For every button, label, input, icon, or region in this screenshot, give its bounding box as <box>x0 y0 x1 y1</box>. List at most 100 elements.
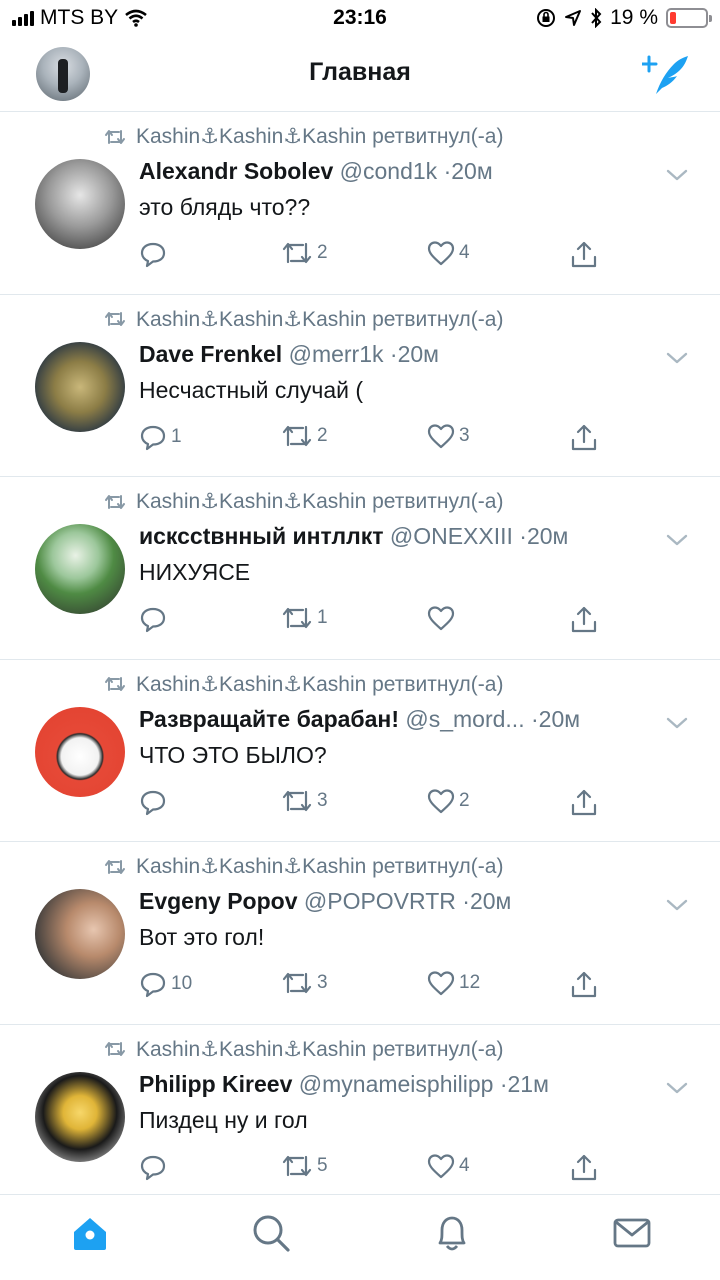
retweet-button[interactable]: 5 <box>281 1153 328 1179</box>
author-handle: @s_mord... <box>405 705 525 732</box>
reply-button[interactable] <box>139 788 171 816</box>
tweet-text: это блядь что?? <box>139 194 311 220</box>
share-button[interactable] <box>569 788 599 818</box>
avatar[interactable] <box>35 706 125 797</box>
like-button[interactable]: 12 <box>427 970 480 996</box>
retweet-small-icon <box>105 1042 125 1056</box>
tweet-actions: 5 4 <box>139 1153 619 1187</box>
retweet-button[interactable]: 3 <box>281 970 328 996</box>
tweet-item[interactable]: Kashin⚓Kashin⚓Kashin ретвитнул(-а) Evgen… <box>0 842 720 1025</box>
compose-tweet-button[interactable] <box>642 52 690 96</box>
like-icon <box>427 1153 455 1178</box>
battery-fill <box>670 12 677 24</box>
home-icon[interactable] <box>70 1213 110 1253</box>
chevron-down-icon[interactable] <box>666 1081 688 1095</box>
retweet-button[interactable]: 1 <box>281 605 328 631</box>
avatar[interactable] <box>35 524 125 614</box>
avatar[interactable] <box>35 1071 125 1162</box>
reply-button[interactable]: 10 <box>139 970 192 998</box>
reply-button[interactable] <box>139 1153 171 1181</box>
tab-bar <box>0 1194 720 1280</box>
like-icon <box>427 971 455 996</box>
like-icon <box>427 606 455 631</box>
tweet-actions: 1 2 3 <box>139 423 619 457</box>
tweet-item[interactable]: Kashin⚓Kashin⚓Kashin ретвитнул(-а) Dave … <box>0 295 720 477</box>
search-icon[interactable] <box>251 1213 291 1253</box>
share-icon <box>571 1154 597 1180</box>
author-name[interactable]: Evgeny Popov <box>139 888 297 914</box>
share-icon <box>571 424 597 450</box>
share-icon <box>571 241 597 268</box>
reply-button[interactable] <box>139 605 171 633</box>
retweeted-by-line: Kashin⚓Kashin⚓Kashin ретвитнул(-а) <box>104 672 503 697</box>
like-button[interactable]: 4 <box>427 1153 470 1179</box>
reply-button[interactable]: 1 <box>139 423 182 451</box>
like-icon <box>427 788 455 813</box>
tweet-text: Пиздец ну и гол <box>139 1106 308 1133</box>
like-count: 4 <box>459 242 470 263</box>
author-name[interactable]: Philipp Kireev <box>139 1071 292 1097</box>
reply-count: 1 <box>171 425 182 447</box>
avatar[interactable] <box>35 341 125 432</box>
tweet-header: Philipp Kireev @mynameisphilipp ·21м <box>139 1071 650 1098</box>
like-button[interactable]: 3 <box>427 423 470 449</box>
retweet-count: 1 <box>317 607 328 628</box>
retweeted-by-label: Kashin⚓Kashin⚓Kashin ретвитнул(-а) <box>136 1037 504 1061</box>
like-count: 12 <box>459 972 481 993</box>
tweet-actions: 1 <box>139 605 619 639</box>
retweet-count: 5 <box>317 1154 328 1176</box>
tweet-feed: Kashin⚓Kashin⚓Kashin ретвитнул(-а) Alexa… <box>0 112 720 1207</box>
author-name[interactable]: Dave Frenkel <box>139 341 282 367</box>
battery-icon <box>666 8 712 28</box>
like-count: 2 <box>459 789 470 811</box>
battery-percent: 19 % <box>610 6 658 29</box>
like-button[interactable] <box>427 605 459 631</box>
retweet-icon <box>282 1155 312 1176</box>
author-handle: @POPOVRTR <box>303 888 456 914</box>
share-button[interactable] <box>569 605 599 635</box>
avatar[interactable] <box>35 159 125 249</box>
tweet-text: Несчастный случай ( <box>139 376 364 403</box>
author-name[interactable]: Alexandr Sobolev <box>139 158 333 184</box>
reply-count: 10 <box>171 973 193 994</box>
retweet-small-icon <box>105 494 125 509</box>
reply-icon <box>140 972 166 998</box>
tweet-header: Dave Frenkel @merr1k ·20м <box>139 341 650 368</box>
retweet-small-icon <box>105 129 125 144</box>
tweet-item[interactable]: Kashin⚓Kashin⚓Kashin ретвитнул(-а) Развр… <box>0 660 720 842</box>
tweet-item[interactable]: Kashin⚓Kashin⚓Kashin ретвитнул(-а) Alexa… <box>0 112 720 295</box>
like-button[interactable]: 2 <box>427 788 470 814</box>
retweet-small-icon <box>105 312 125 326</box>
like-button[interactable]: 4 <box>427 240 470 266</box>
chevron-down-icon[interactable] <box>666 168 688 182</box>
chevron-down-icon[interactable] <box>666 533 688 547</box>
avatar[interactable] <box>35 889 125 979</box>
share-button[interactable] <box>569 240 599 270</box>
retweet-button[interactable]: 2 <box>281 423 328 449</box>
chevron-down-icon[interactable] <box>666 716 688 730</box>
tweet-time: 20м <box>526 523 569 549</box>
rotation-lock-icon <box>537 9 556 27</box>
share-button[interactable] <box>569 970 599 1000</box>
tweet-actions: 10 3 12 <box>139 970 619 1004</box>
reply-icon <box>140 607 166 633</box>
chevron-down-icon[interactable] <box>666 351 688 365</box>
share-icon <box>571 606 597 633</box>
retweeted-by-label: Kashin⚓Kashin⚓Kashin ретвитнул(-а) <box>136 672 504 696</box>
author-name[interactable]: Развращайте барабан! <box>139 706 399 732</box>
notifications-icon[interactable] <box>432 1213 472 1253</box>
reply-button[interactable] <box>139 240 171 268</box>
tweet-text: НИХУЯСЕ <box>139 559 251 585</box>
share-button[interactable] <box>569 1153 599 1183</box>
tweet-item[interactable]: Kashin⚓Kashin⚓Kashin ретвитнул(-а) Phili… <box>0 1025 720 1207</box>
like-icon <box>427 241 455 266</box>
author-name[interactable]: искссtвнный интллкт <box>139 523 383 549</box>
messages-icon[interactable] <box>612 1213 652 1253</box>
tweet-item[interactable]: Kashin⚓Kashin⚓Kashin ретвитнул(-а) исксс… <box>0 477 720 660</box>
share-button[interactable] <box>569 423 599 453</box>
chevron-down-icon[interactable] <box>666 898 688 912</box>
like-icon <box>427 423 455 448</box>
retweet-button[interactable]: 2 <box>281 240 328 266</box>
tweet-time: 20м <box>469 888 512 914</box>
retweet-button[interactable]: 3 <box>281 788 328 814</box>
